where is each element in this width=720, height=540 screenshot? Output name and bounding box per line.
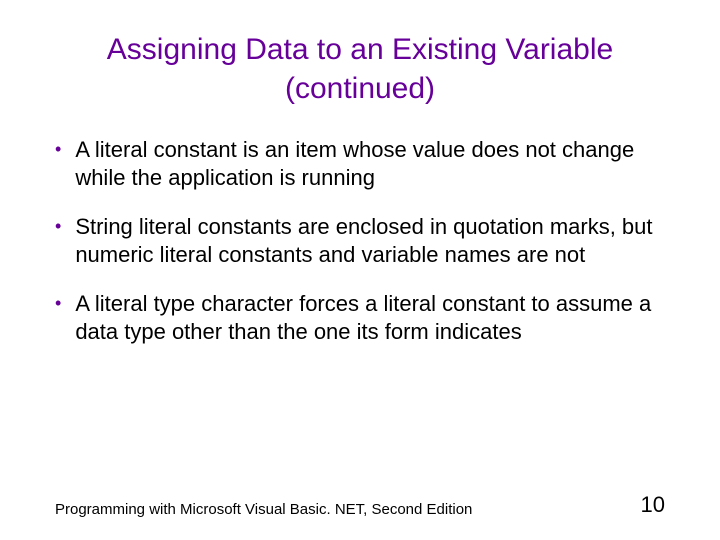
bullet-text: A literal constant is an item whose valu…	[75, 136, 665, 191]
page-number: 10	[641, 492, 665, 518]
bullet-item: • A literal constant is an item whose va…	[55, 136, 665, 191]
footer-text: Programming with Microsoft Visual Basic.…	[55, 501, 472, 518]
bullet-text: String literal constants are enclosed in…	[75, 213, 665, 268]
slide-title: Assigning Data to an Existing Variable (…	[0, 0, 720, 108]
bullet-item: • A literal type character forces a lite…	[55, 290, 665, 345]
bullet-dot-icon: •	[55, 213, 61, 239]
bullet-item: • String literal constants are enclosed …	[55, 213, 665, 268]
footer: Programming with Microsoft Visual Basic.…	[55, 492, 665, 518]
content-area: • A literal constant is an item whose va…	[0, 108, 720, 345]
bullet-dot-icon: •	[55, 290, 61, 316]
bullet-dot-icon: •	[55, 136, 61, 162]
bullet-text: A literal type character forces a litera…	[75, 290, 665, 345]
